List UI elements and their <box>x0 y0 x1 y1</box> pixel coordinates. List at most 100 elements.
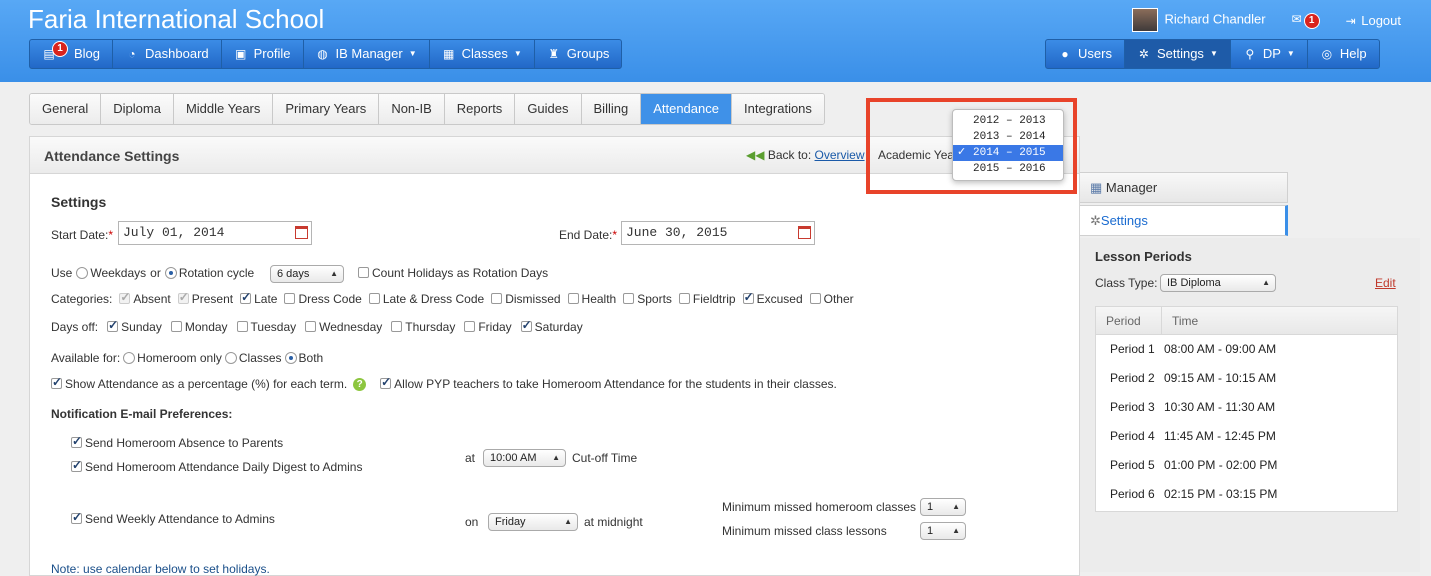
send-digest-row[interactable]: Send Homeroom Attendance Daily Digest to… <box>71 458 362 474</box>
tab-guides[interactable]: Guides <box>515 94 582 124</box>
checkbox[interactable] <box>678 293 690 304</box>
year-option[interactable]: 2013 – 2014 <box>953 129 1063 145</box>
edit-link[interactable]: Edit <box>1375 276 1396 290</box>
category-fieldtrip[interactable]: Fieldtrip <box>678 292 736 306</box>
available-classes[interactable]: Classes <box>224 351 282 365</box>
class-type-select[interactable]: IB Diploma ▲ <box>1160 274 1276 292</box>
send-absence-row[interactable]: Send Homeroom Absence to Parents <box>71 434 283 450</box>
checkbox[interactable] <box>491 293 503 304</box>
year-option-selected[interactable]: 2014 – 2015 <box>953 145 1063 161</box>
tab-middle-years[interactable]: Middle Years <box>173 94 274 124</box>
start-date-field[interactable]: July 01, 2014 <box>118 221 312 245</box>
day-sunday[interactable]: Sunday <box>107 318 162 334</box>
count-holidays-checkbox[interactable] <box>358 267 369 278</box>
radio[interactable] <box>224 352 237 364</box>
academic-year-dropdown[interactable]: 2012 – 2013 2013 – 2014 2014 – 2015 2015… <box>952 109 1064 181</box>
checkbox[interactable] <box>520 318 532 332</box>
checkbox[interactable] <box>240 290 251 304</box>
rotation-option[interactable]: Rotation cycle <box>164 266 254 280</box>
show-percentage-option[interactable]: Show Attendance as a percentage (%) for … <box>51 375 347 391</box>
available-homeroom-only[interactable]: Homeroom only <box>123 351 222 365</box>
tab-general[interactable]: General <box>30 94 102 124</box>
allow-pyp-option[interactable]: Allow PYP teachers to take Homeroom Atte… <box>380 375 837 391</box>
nav-settings[interactable]: ✲ Settings ▼ <box>1124 40 1231 68</box>
category-late[interactable]: Late <box>240 290 277 306</box>
category-other[interactable]: Other <box>809 292 854 306</box>
checkbox[interactable] <box>567 293 579 304</box>
radio[interactable] <box>123 352 136 364</box>
show-percentage-checkbox[interactable] <box>51 375 62 389</box>
checkbox[interactable] <box>177 290 189 304</box>
send-weekly-row[interactable]: Send Weekly Attendance to Admins <box>71 510 275 526</box>
send-absence-checkbox[interactable] <box>71 434 82 448</box>
nav-profile[interactable]: ▣ Profile <box>222 40 304 68</box>
nav-help[interactable]: ◎ Help <box>1308 40 1379 68</box>
nav-dp[interactable]: ⚲ DP ▼ <box>1231 40 1308 68</box>
checkbox[interactable] <box>284 293 296 304</box>
sidebar-manager[interactable]: ▦ Manager <box>1080 172 1288 203</box>
count-holidays-row[interactable]: Count Holidays as Rotation Days <box>358 266 548 280</box>
min-class-select[interactable]: 1 ▲ <box>920 522 966 540</box>
weekdays-radio[interactable] <box>76 267 89 279</box>
available-both[interactable]: Both <box>284 351 323 365</box>
messages-button[interactable]: ✉ 1 <box>1290 11 1320 29</box>
checkbox[interactable] <box>391 321 403 332</box>
school-name[interactable]: Faria International School <box>28 4 324 35</box>
cutoff-time-select[interactable]: 10:00 AM ▲ <box>483 449 566 467</box>
checkbox[interactable] <box>236 321 248 332</box>
tab-attendance[interactable]: Attendance <box>641 94 732 124</box>
category-dress-code[interactable]: Dress Code <box>284 292 362 306</box>
tab-integrations[interactable]: Integrations <box>731 94 824 124</box>
category-excused[interactable]: Excused <box>742 290 803 306</box>
category-present[interactable]: Present <box>177 290 233 306</box>
tab-non-ib[interactable]: Non-IB <box>379 94 445 124</box>
calendar-icon[interactable] <box>295 226 308 239</box>
checkbox[interactable] <box>368 293 380 304</box>
tab-reports[interactable]: Reports <box>444 94 516 124</box>
rotation-radio[interactable] <box>164 267 177 279</box>
year-option[interactable]: 2012 – 2013 <box>953 113 1063 129</box>
weekly-day-select[interactable]: Friday ▲ <box>488 513 578 531</box>
category-dismissed[interactable]: Dismissed <box>491 292 561 306</box>
nav-groups[interactable]: ♜ Groups <box>535 40 622 68</box>
checkbox[interactable] <box>809 293 821 304</box>
day-monday[interactable]: Monday <box>170 320 228 334</box>
checkbox[interactable] <box>119 290 130 304</box>
nav-users[interactable]: ● Users <box>1046 40 1125 68</box>
help-icon[interactable]: ? <box>353 377 367 391</box>
end-date-field[interactable]: June 30, 2015 <box>621 221 815 245</box>
day-tuesday[interactable]: Tuesday <box>236 320 296 334</box>
day-thursday[interactable]: Thursday <box>391 320 455 334</box>
nav-dashboard[interactable]: ◔ Dashboard <box>113 40 222 68</box>
nav-ib-manager[interactable]: ◍ IB Manager ▼ <box>304 40 430 68</box>
radio[interactable] <box>284 352 297 364</box>
tab-primary-years[interactable]: Primary Years <box>273 94 380 124</box>
year-option[interactable]: 2015 – 2016 <box>953 161 1063 177</box>
category-absent[interactable]: Absent <box>119 290 171 306</box>
rotation-days-select[interactable]: 6 days ▲ <box>270 265 344 283</box>
min-homeroom-select[interactable]: 1 ▲ <box>920 498 966 516</box>
category-late-dress-code[interactable]: Late & Dress Code <box>368 292 484 306</box>
tab-diploma[interactable]: Diploma <box>101 94 174 124</box>
checkbox[interactable] <box>305 321 317 332</box>
category-health[interactable]: Health <box>567 292 616 306</box>
checkbox[interactable] <box>170 321 182 332</box>
send-weekly-checkbox[interactable] <box>71 510 82 524</box>
day-friday[interactable]: Friday <box>464 320 512 334</box>
logout-button[interactable]: ⇥ Logout <box>1344 13 1401 28</box>
nav-blog[interactable]: ▤ 1 Blog <box>30 40 114 68</box>
weekdays-option[interactable]: Weekdays <box>76 266 146 280</box>
checkbox[interactable] <box>107 318 118 332</box>
checkbox[interactable] <box>464 321 476 332</box>
calendar-icon[interactable] <box>798 226 811 239</box>
send-digest-checkbox[interactable] <box>71 458 82 472</box>
checkbox[interactable] <box>742 290 754 304</box>
overview-link[interactable]: Overview <box>815 148 865 162</box>
nav-classes[interactable]: ▦ Classes ▼ <box>430 40 535 68</box>
day-wednesday[interactable]: Wednesday <box>305 320 382 334</box>
day-saturday[interactable]: Saturday <box>520 318 583 334</box>
allow-pyp-checkbox[interactable] <box>380 375 391 389</box>
category-sports[interactable]: Sports <box>623 292 672 306</box>
user-profile-link[interactable]: Richard Chandler <box>1132 8 1266 32</box>
tab-billing[interactable]: Billing <box>581 94 642 124</box>
